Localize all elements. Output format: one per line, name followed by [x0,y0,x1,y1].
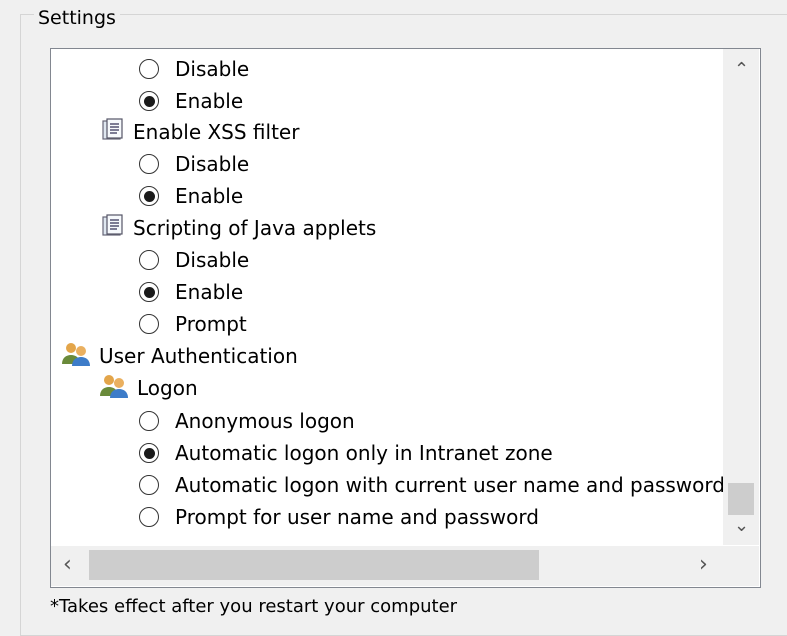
scrollbar-corner [723,546,759,586]
option-label: Anonymous logon [175,409,355,433]
users-icon [99,373,129,404]
radio-button-selected[interactable] [139,186,159,206]
option-label: Enable [175,280,244,304]
radio-button[interactable] [139,507,159,527]
radio-option-current-user-logon[interactable]: Automatic logon with current user name a… [139,470,725,500]
radio-option-intranet-logon[interactable]: Automatic logon only in Intranet zone [139,438,553,468]
option-label: Automatic logon only in Intranet zone [175,441,553,465]
script-setting-icon [101,213,125,243]
setting-label: Logon [137,376,198,400]
radio-button[interactable] [139,59,159,79]
horizontal-scroll-thumb[interactable] [89,550,539,580]
radio-button-selected[interactable] [139,443,159,463]
scroll-right-icon[interactable]: › [699,554,708,576]
radio-option-disable-3[interactable]: Disable [139,245,249,275]
radio-button[interactable] [139,475,159,495]
radio-button[interactable] [139,250,159,270]
option-label: Prompt [175,312,247,336]
radio-option-anonymous-logon[interactable]: Anonymous logon [139,406,355,436]
restart-footnote: *Takes effect after you restart your com… [50,596,458,617]
option-label: Disable [175,57,250,81]
radio-option-disable-1[interactable]: Disable [139,54,249,84]
radio-button[interactable] [139,154,159,174]
setting-label: Scripting of Java applets [133,216,377,240]
radio-option-enable-3[interactable]: Enable [139,277,243,307]
radio-button-selected[interactable] [139,91,159,111]
radio-option-prompt-3[interactable]: Prompt [139,309,247,339]
option-label: Automatic logon with current user name a… [175,473,725,497]
category-label: User Authentication [99,344,298,368]
setting-java-applets: Scripting of Java applets [101,213,376,243]
radio-option-prompt-logon[interactable]: Prompt for user name and password [139,502,539,532]
radio-button-selected[interactable] [139,282,159,302]
option-label: Enable [175,184,244,208]
settings-group-title: Settings [34,6,120,30]
category-user-authentication: User Authentication [61,341,298,371]
vertical-scrollbar[interactable]: ⌃ ⌄ [723,49,759,545]
radio-button[interactable] [139,411,159,431]
radio-option-disable-2[interactable]: Disable [139,149,249,179]
radio-option-enable-1[interactable]: Enable [139,86,243,116]
scroll-down-icon[interactable]: ⌄ [734,517,749,535]
radio-button[interactable] [139,314,159,334]
setting-logon: Logon [99,373,198,403]
script-setting-icon [101,117,125,147]
setting-xss-filter: Enable XSS filter [101,117,299,147]
horizontal-scrollbar[interactable]: ‹ › [51,546,723,586]
option-label: Disable [175,152,250,176]
vertical-scroll-thumb[interactable] [728,483,754,515]
users-icon [61,341,91,372]
settings-tree-list[interactable]: Disable Enable Enable XSS filter Disable… [50,48,761,588]
setting-label: Enable XSS filter [133,120,300,144]
option-label: Prompt for user name and password [175,505,539,529]
radio-option-enable-2[interactable]: Enable [139,181,243,211]
option-label: Disable [175,248,250,272]
scroll-up-icon[interactable]: ⌃ [734,61,749,79]
option-label: Enable [175,89,244,113]
scroll-left-icon[interactable]: ‹ [63,554,72,576]
